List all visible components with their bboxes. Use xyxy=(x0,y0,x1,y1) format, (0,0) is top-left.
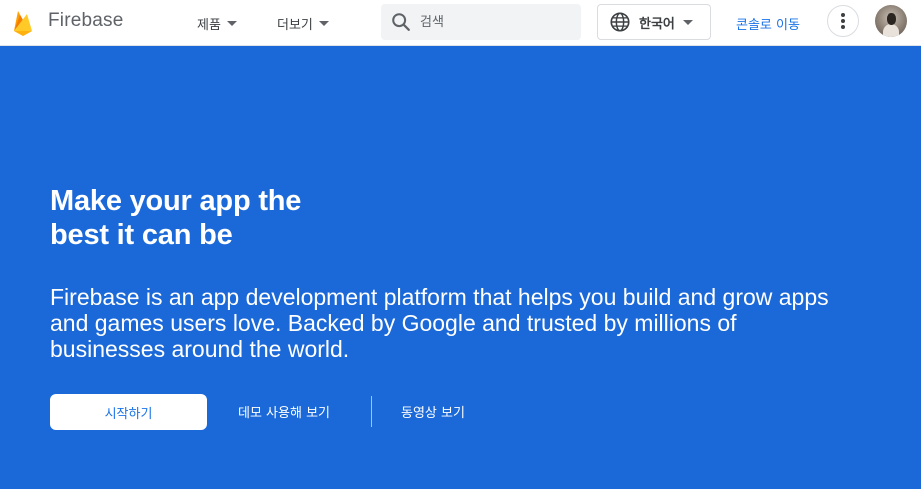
description-line: Firebase is an app development platform … xyxy=(50,284,829,310)
divider xyxy=(371,396,372,427)
nav-more[interactable]: 더보기 xyxy=(277,14,329,33)
search-input[interactable] xyxy=(420,14,570,30)
avatar-figure xyxy=(883,24,899,37)
chevron-down-icon xyxy=(682,19,693,25)
hero-section: Make your app the best it can be Firebas… xyxy=(0,46,921,489)
hero-description: Firebase is an app development platform … xyxy=(50,284,880,362)
description-line: businesses around the world. xyxy=(50,336,350,362)
firebase-logo-icon[interactable] xyxy=(12,9,34,37)
avatar[interactable] xyxy=(875,5,907,37)
search-icon xyxy=(390,11,412,33)
language-label: 한국어 xyxy=(639,16,675,32)
hero-headline: Make your app the best it can be xyxy=(50,184,450,252)
more-vert-icon[interactable] xyxy=(827,5,859,37)
search-box[interactable] xyxy=(381,4,581,40)
try-demo-link[interactable]: 데모 사용해 보기 xyxy=(238,402,330,421)
chevron-down-icon xyxy=(318,21,329,26)
headline-line: Make your app the xyxy=(50,185,302,217)
nav-products-label: 제품 xyxy=(197,18,221,33)
get-started-button[interactable]: 시작하기 xyxy=(50,394,207,430)
avatar-head xyxy=(887,13,896,25)
nav-products[interactable]: 제품 xyxy=(197,14,237,33)
globe-icon xyxy=(609,11,631,33)
watch-video-link[interactable]: 동영상 보기 xyxy=(401,402,465,421)
chevron-down-icon xyxy=(226,21,237,26)
language-selector[interactable]: 한국어 xyxy=(597,4,711,40)
brand-name[interactable]: Firebase xyxy=(48,10,124,32)
top-header: Firebase 제품 더보기 한국어 콘솔로 이동 xyxy=(0,0,921,46)
description-line: and games users love. Backed by Google a… xyxy=(50,310,737,336)
go-to-console-link[interactable]: 콘솔로 이동 xyxy=(736,14,800,33)
nav-more-label: 더보기 xyxy=(277,18,313,33)
headline-line: best it can be xyxy=(50,219,233,251)
